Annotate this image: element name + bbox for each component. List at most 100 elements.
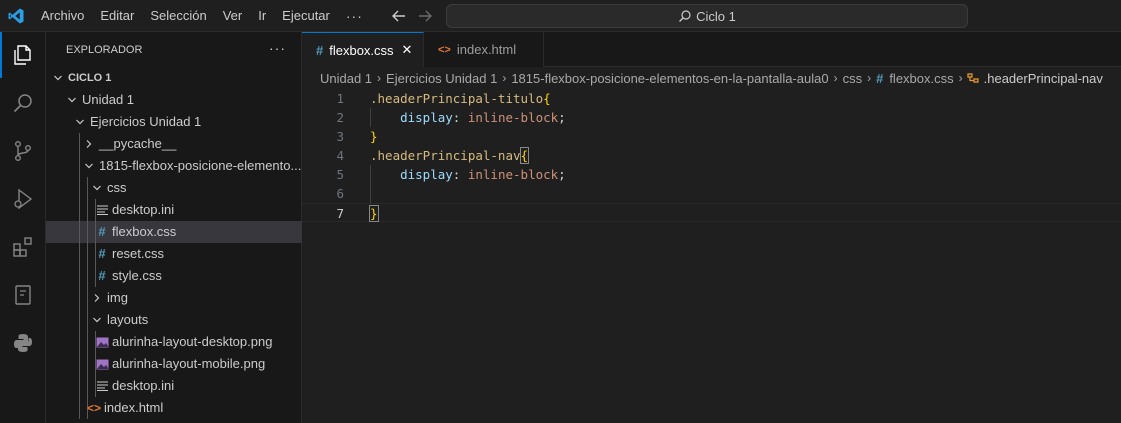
tab-index-html[interactable]: <> index.html <box>424 32 544 67</box>
chevron-down-icon[interactable] <box>89 309 105 331</box>
chevron-right-icon: › <box>958 71 963 85</box>
code-line[interactable]: 5 display: inline-block; <box>302 165 1121 184</box>
tree-folder[interactable]: Unidad 1 <box>46 89 302 111</box>
indent-guide <box>79 397 80 419</box>
explorer-icon[interactable] <box>0 32 46 78</box>
chevron-down-icon[interactable] <box>72 111 88 133</box>
explorer-more-button[interactable]: ··· <box>269 40 286 56</box>
source-control-icon[interactable] <box>0 128 46 174</box>
code-text: display: inline-block; <box>370 108 566 127</box>
chevron-right-icon[interactable] <box>81 133 97 155</box>
menu-item[interactable]: Editar <box>92 0 142 32</box>
code-token: display <box>400 110 453 125</box>
tree-item-label: layouts <box>107 312 149 327</box>
code-line[interactable]: 1 .headerPrincipal-titulo{ <box>302 89 1121 108</box>
tree-item-label: alurinha-layout-mobile.png <box>112 356 266 371</box>
tab-label: index.html <box>456 42 517 57</box>
menu-more-button[interactable]: ··· <box>338 0 371 32</box>
tree-file[interactable]: # style.css <box>46 265 302 287</box>
code-token: { <box>519 147 529 164</box>
vscode-logo-icon <box>8 8 24 24</box>
tree-file[interactable]: desktop.ini <box>46 199 302 221</box>
indent-guide <box>87 243 88 265</box>
chevron-down-icon[interactable] <box>81 155 97 177</box>
tree-folder[interactable]: img <box>46 287 302 309</box>
python-icon[interactable] <box>0 320 46 366</box>
chevron-right-icon[interactable] <box>89 287 105 309</box>
tree-file[interactable]: alurinha-layout-desktop.png <box>46 331 302 353</box>
tree-file[interactable]: desktop.ini <box>46 375 302 397</box>
tree-folder[interactable]: Ejercicios Unidad 1 <box>46 111 302 133</box>
search-icon[interactable] <box>0 80 46 126</box>
code-token: } <box>369 205 379 222</box>
notebook-icon[interactable] <box>0 272 46 318</box>
tree-folder[interactable]: CICLO 1 <box>46 67 302 89</box>
tree-item-label: __pycache__ <box>99 136 177 151</box>
indent-guide <box>79 265 80 287</box>
indent-guide <box>79 243 80 265</box>
code-line[interactable]: 4 .headerPrincipal-nav{ <box>302 146 1121 165</box>
image-file-icon <box>94 331 110 353</box>
tree-file[interactable]: alurinha-layout-mobile.png <box>46 353 302 375</box>
tree-item-label: Unidad 1 <box>82 92 135 107</box>
code-token: : <box>452 167 468 182</box>
css-file-icon: # <box>316 42 324 58</box>
menu-item[interactable]: Selección <box>142 0 214 32</box>
code-line[interactable]: 3} <box>302 127 1121 146</box>
breadcrumb-item[interactable]: flexbox.css <box>887 71 955 86</box>
tree-folder[interactable]: layouts <box>46 309 302 331</box>
breadcrumb-item[interactable]: .headerPrincipal-nav <box>982 71 1105 86</box>
tree-item-label: style.css <box>112 268 162 283</box>
menu-item[interactable]: Ir <box>250 0 274 32</box>
tree-item-label: alurinha-layout-desktop.png <box>112 334 273 349</box>
code-token: : <box>452 110 468 125</box>
line-number: 3 <box>336 129 344 144</box>
menu-item[interactable]: Archivo <box>33 0 92 32</box>
code-token: ; <box>558 167 566 182</box>
forward-arrow-icon[interactable] <box>415 6 435 26</box>
indent-guide <box>79 177 80 199</box>
explorer-header: EXPLORADOR ··· <box>46 32 302 67</box>
code-editor[interactable]: 1 .headerPrincipal-titulo{2 display: inli… <box>302 89 1121 423</box>
line-number: 1 <box>336 91 344 106</box>
tree-item-label: reset.css <box>112 246 165 261</box>
tree-file[interactable]: # reset.css <box>46 243 302 265</box>
breadcrumb-item[interactable]: css <box>841 71 865 86</box>
line-number: 2 <box>336 110 344 125</box>
code-line[interactable]: 6 <box>302 184 1121 203</box>
chevron-down-icon[interactable] <box>64 89 80 111</box>
breadcrumb-item[interactable]: Ejercicios Unidad 1 <box>384 71 499 86</box>
tree-file[interactable]: <> index.html <box>46 397 302 419</box>
command-center-search[interactable]: Ciclo 1 <box>446 4 968 28</box>
tab-flexbox-css[interactable]: # flexbox.css ✕ <box>302 32 424 67</box>
html-file-icon: <> <box>438 43 451 56</box>
code-token: { <box>543 91 551 106</box>
indent-guide <box>87 375 88 397</box>
breadcrumb-item[interactable]: Unidad 1 <box>318 71 374 86</box>
chevron-down-icon[interactable] <box>89 177 105 199</box>
indent-guide <box>79 375 80 397</box>
tree-item-label: Ejercicios Unidad 1 <box>90 114 202 129</box>
back-arrow-icon[interactable] <box>389 6 409 26</box>
tree-item-label: desktop.ini <box>112 378 175 393</box>
close-icon[interactable]: ✕ <box>402 42 413 58</box>
code-line[interactable]: 2 display: inline-block; <box>302 108 1121 127</box>
indent-guide <box>87 177 88 199</box>
code-line[interactable]: 7} <box>302 203 1121 222</box>
tree-folder[interactable]: css <box>46 177 302 199</box>
breadcrumb-item[interactable]: 1815-flexbox-posicione-elementos-en-la-p… <box>509 71 830 86</box>
chevron-right-icon: › <box>867 71 872 85</box>
tree-folder[interactable]: __pycache__ <box>46 133 302 155</box>
chevron-down-icon[interactable] <box>50 67 66 89</box>
indent-guide <box>87 331 88 353</box>
tree-folder[interactable]: 1815-flexbox-posicione-elemento... <box>46 155 302 177</box>
menu-item[interactable]: Ver <box>215 0 251 32</box>
extensions-icon[interactable] <box>0 224 46 270</box>
tree-file[interactable]: # flexbox.css <box>46 221 302 243</box>
indent-guide <box>87 287 88 309</box>
run-debug-icon[interactable] <box>0 176 46 222</box>
line-number: 6 <box>336 186 344 201</box>
menu-item[interactable]: Ejecutar <box>274 0 338 32</box>
